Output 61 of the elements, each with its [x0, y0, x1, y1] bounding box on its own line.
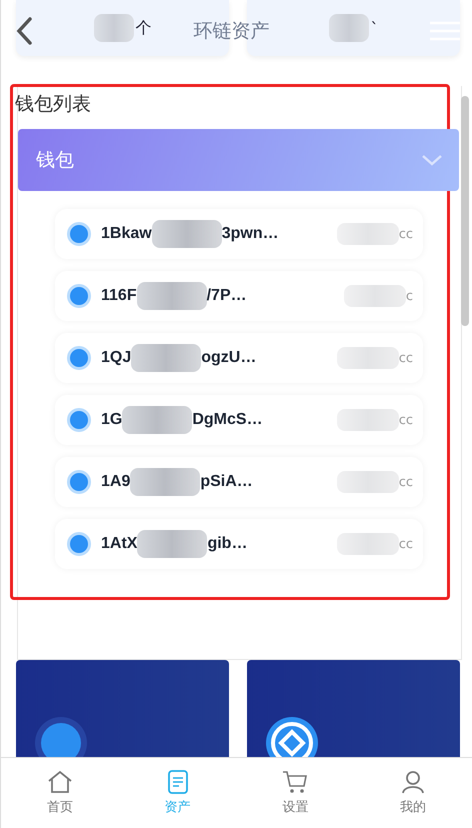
coin-icon	[265, 716, 319, 757]
redaction-mark	[94, 14, 134, 42]
tab[interactable]: 首页	[1, 758, 119, 828]
address-text: 1QJ	[101, 349, 132, 367]
address-text: 1Bkaw	[101, 225, 152, 243]
cart-icon	[282, 770, 308, 794]
wallet-dot-icon	[67, 408, 91, 432]
wallet-item[interactable]: 1QJ ogzU… cc	[55, 333, 423, 383]
amount-text: cc	[398, 474, 413, 490]
redaction-mark	[122, 406, 192, 434]
group-title: 钱包	[36, 148, 74, 173]
address-text: ogzU…	[201, 349, 256, 367]
address-text: 1A9	[101, 473, 130, 491]
amount-text: cc	[398, 536, 413, 552]
home-icon	[46, 770, 73, 794]
back-icon[interactable]	[15, 16, 33, 46]
redaction-mark	[336, 409, 399, 431]
user-icon	[401, 770, 426, 794]
redaction-mark	[336, 223, 399, 245]
page-title: 环链资产	[194, 19, 270, 44]
redaction-mark	[336, 347, 399, 369]
address-text: /7P…	[206, 287, 247, 305]
address-text: 116F	[101, 287, 137, 305]
wallet-dot-icon	[67, 470, 91, 494]
address-text: 1AtX	[101, 535, 138, 553]
card-text: 个	[136, 18, 152, 38]
wallet-dot-icon	[67, 532, 91, 556]
redaction-mark	[136, 282, 207, 310]
address-text: pSiA…	[200, 473, 253, 491]
redaction-mark	[336, 471, 399, 493]
amount-text: cc	[398, 350, 413, 366]
amount-text: c	[406, 288, 413, 304]
document-icon	[166, 770, 189, 794]
redaction-mark	[130, 468, 200, 496]
redaction-mark	[328, 14, 368, 42]
amount-text: cc	[398, 412, 413, 428]
address-text: gib…	[207, 535, 248, 553]
card-text: `	[370, 18, 378, 38]
tab[interactable]: 设置	[236, 758, 354, 828]
coin-icon	[34, 716, 88, 757]
wallet-dot-icon	[67, 346, 91, 370]
redaction-mark	[137, 530, 208, 558]
redaction-mark	[344, 285, 406, 307]
redaction-mark	[336, 533, 399, 555]
wallet-dot-icon	[67, 284, 91, 308]
wallet-item[interactable]: 1Bkaw 3pwn… cc	[55, 209, 423, 259]
redaction-mark	[131, 344, 202, 372]
address-text: 1G	[101, 411, 122, 429]
wallet-item[interactable]: 1AtX gib… cc	[55, 519, 423, 569]
address-text: 3pwn…	[222, 225, 279, 243]
coin-card[interactable]	[247, 660, 460, 757]
wallet-item[interactable]: 1A9 pSiA… cc	[55, 457, 423, 507]
scrollbar[interactable]	[461, 96, 469, 326]
address-text: DgMcS…	[192, 411, 263, 429]
section-title: 钱包列表	[14, 92, 92, 117]
tab[interactable]: 我的	[354, 758, 472, 828]
wallet-dot-icon	[67, 222, 91, 246]
amount-text: cc	[398, 226, 413, 242]
wallet-item[interactable]: 116F /7P… c	[55, 271, 423, 321]
redaction-mark	[152, 220, 222, 248]
wallet-item[interactable]: 1G DgMcS… cc	[55, 395, 423, 445]
